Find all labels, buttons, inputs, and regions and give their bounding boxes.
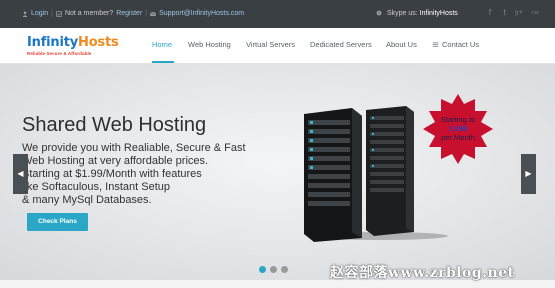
logo-word-hosts: Hosts xyxy=(78,35,119,50)
user-icon xyxy=(22,10,28,17)
slider-dot-2[interactable] xyxy=(270,266,277,273)
hero-line: Web Hosting at very affordable prices. xyxy=(22,155,209,167)
check-plans-button[interactable]: Check Plans xyxy=(27,213,88,231)
divider: | xyxy=(145,10,148,17)
support-email-label: Support@InfinityHosts.com xyxy=(159,10,245,17)
skype-info: S Skype us: InfinityHosts xyxy=(376,10,458,17)
slider-prev-button[interactable]: ◀ xyxy=(13,154,28,194)
logo-tagline: Reliable Secure & Affordable xyxy=(27,51,92,56)
badge-line-starting: Starting at xyxy=(440,115,476,124)
nav-home[interactable]: Home xyxy=(152,40,172,49)
watermark-text: 赵容部落www.zrblog.net xyxy=(330,265,515,281)
twitter-icon[interactable]: t xyxy=(500,8,510,18)
login-label: Login xyxy=(31,10,49,17)
nav-virtual-servers[interactable]: Virtual Servers xyxy=(246,40,295,49)
checkbox-icon xyxy=(56,10,62,17)
skype-label: Skype us: xyxy=(386,10,418,17)
support-email-link[interactable]: Support@InfinityHosts.com xyxy=(150,10,244,17)
hero-description: We provide you with Realiable, Secure & … xyxy=(22,142,272,207)
hero-line: like Softaculous, Instant Setup xyxy=(22,181,170,193)
nav-dedicated-servers[interactable]: Dedicated Servers xyxy=(310,40,372,49)
chevron-left-icon: ◀ xyxy=(17,169,24,178)
logo-wordmark: InfinityHosts xyxy=(27,36,125,50)
slider-pagination xyxy=(259,266,292,273)
facebook-icon[interactable]: f xyxy=(485,8,495,18)
nav-about-us[interactable]: About Us xyxy=(386,40,417,49)
slider-dot-1[interactable] xyxy=(259,266,266,273)
login-link[interactable]: Login xyxy=(22,10,48,17)
top-bar: Login | Not a member? Register | Support… xyxy=(0,0,555,28)
divider: | xyxy=(51,10,53,17)
nav-contact-us[interactable]: Contact Us xyxy=(432,40,479,49)
price-badge-text: Starting at 1.99$ per Month xyxy=(423,115,493,142)
nav-web-hosting[interactable]: Web Hosting xyxy=(188,40,231,49)
skype-icon: S xyxy=(376,10,382,16)
skype-name: InfinityHosts xyxy=(419,10,458,17)
site-logo[interactable]: InfinityHosts Reliable Secure & Affordab… xyxy=(27,36,125,58)
hero-line: Starting at $1.99/Month with features xyxy=(22,168,202,180)
hero-title: Shared Web Hosting xyxy=(22,114,207,136)
register-prompt: Not a member? Register xyxy=(56,10,142,17)
register-link[interactable]: Register xyxy=(116,10,142,17)
hero-line: & many MySql Databases. xyxy=(22,194,152,206)
chevron-right-icon: ▶ xyxy=(525,169,532,178)
menu-icon xyxy=(432,42,439,47)
nav-active-indicator xyxy=(152,61,174,63)
mail-icon xyxy=(150,11,157,16)
badge-line-per-month: per Month xyxy=(441,133,475,142)
hero-line: We provide you with Realiable, Secure & … xyxy=(22,142,246,154)
rss-icon[interactable]: rss xyxy=(530,8,540,18)
google-plus-icon[interactable]: g+ xyxy=(514,8,524,18)
nav-contact-us-label: Contact Us xyxy=(442,40,480,49)
badge-price: 1.99$ xyxy=(448,124,468,133)
slider-next-button[interactable]: ▶ xyxy=(521,154,536,194)
slider-dot-3[interactable] xyxy=(281,266,288,273)
logo-word-infinity: Infinity xyxy=(27,35,79,50)
not-member-label: Not a member? xyxy=(64,10,114,17)
